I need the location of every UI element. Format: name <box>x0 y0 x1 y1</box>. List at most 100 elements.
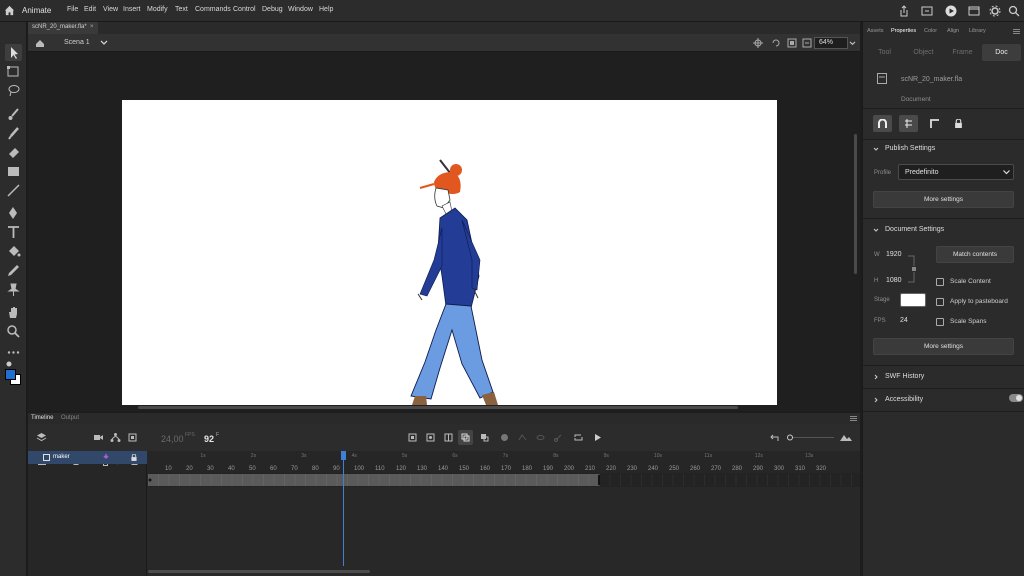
eyedropper-tool[interactable] <box>5 262 22 279</box>
menu-window[interactable]: Window <box>288 6 313 13</box>
segment-frame[interactable]: Frame <box>943 44 982 61</box>
character-illustration[interactable] <box>122 100 777 405</box>
segment-tool[interactable]: Tool <box>865 44 904 61</box>
center-stage-icon[interactable] <box>753 38 763 48</box>
menu-modify[interactable]: Modify <box>147 6 168 13</box>
mountain-zoom-icon[interactable] <box>840 433 852 442</box>
stage-color-swatch[interactable] <box>900 293 926 307</box>
undo-zoom-icon[interactable] <box>770 433 780 442</box>
segment-object[interactable]: Object <box>904 44 943 61</box>
apply-pasteboard-checkbox[interactable] <box>936 298 944 306</box>
tab-assets[interactable]: Assets <box>867 28 884 34</box>
tab-library[interactable]: Library <box>969 28 986 34</box>
clip-icon[interactable] <box>787 38 797 48</box>
height-field[interactable]: 1080 <box>886 277 902 284</box>
share-icon[interactable] <box>897 4 911 18</box>
layer-row[interactable]: maker <box>28 451 147 464</box>
menu-text[interactable]: Text <box>175 6 188 13</box>
insert-keyframe-icon[interactable] <box>426 433 435 442</box>
fps-field[interactable]: 24 <box>900 317 908 324</box>
tab-align[interactable]: Align <box>947 28 959 34</box>
pen-tool[interactable] <box>5 205 22 222</box>
rectangle-tool[interactable] <box>5 163 22 180</box>
scene-name[interactable]: Scena 1 <box>64 39 90 46</box>
layers-icon[interactable] <box>36 432 47 443</box>
width-field[interactable]: 1920 <box>886 251 902 258</box>
search-icon[interactable] <box>1007 4 1021 18</box>
accessibility-toggle[interactable] <box>1009 394 1023 402</box>
stage-vertical-scrollbar[interactable] <box>854 134 857 274</box>
lasso-tool[interactable] <box>5 82 22 99</box>
edit-multiple-frames-icon[interactable] <box>480 433 489 442</box>
tween-icon[interactable] <box>500 433 509 442</box>
fps-display[interactable]: 24,00 <box>161 434 184 444</box>
menu-file[interactable]: File <box>67 6 78 13</box>
stage-horizontal-scrollbar[interactable] <box>138 406 738 409</box>
layer-name[interactable]: maker <box>53 454 70 460</box>
chevron-right-icon[interactable] <box>873 397 879 403</box>
match-contents-button[interactable]: Match contents <box>936 246 1014 263</box>
lock-button[interactable] <box>949 115 968 132</box>
menu-edit[interactable]: Edit <box>84 6 96 13</box>
profile-dropdown[interactable]: Predefinito <box>898 164 1014 180</box>
tab-properties[interactable]: Properties <box>891 28 916 34</box>
text-tool[interactable] <box>5 224 22 241</box>
segment-doc[interactable]: Doc <box>982 44 1021 61</box>
chevron-down-icon[interactable] <box>100 40 108 46</box>
timeline-scrollbar[interactable] <box>148 570 370 573</box>
fill-color-swatch[interactable] <box>5 369 16 380</box>
tab-timeline[interactable]: Timeline <box>31 415 53 421</box>
rulers-button[interactable] <box>925 115 944 132</box>
scene-icon[interactable] <box>35 38 45 48</box>
playhead[interactable] <box>343 451 344 566</box>
swf-history-title[interactable]: SWF History <box>885 373 924 380</box>
shape-tween-icon[interactable] <box>518 433 527 442</box>
menu-control[interactable]: Control <box>233 6 256 13</box>
first-frame-icon[interactable] <box>408 433 417 442</box>
scale-content-checkbox[interactable] <box>936 278 944 286</box>
timeline-zoom-slider[interactable] <box>786 434 836 441</box>
app-name[interactable]: Animate <box>22 6 51 15</box>
free-transform-tool[interactable] <box>5 63 22 80</box>
hand-tool[interactable] <box>5 304 22 321</box>
pin-tool[interactable] <box>5 281 22 298</box>
panel-menu-icon[interactable] <box>850 416 857 421</box>
play-icon[interactable] <box>593 433 602 442</box>
home-icon[interactable] <box>4 5 15 16</box>
timeline-ruler[interactable]: 10 20 30 40 50 60 70 80 90 100 110 120 130 140 150 160 1… <box>148 451 860 473</box>
menu-view[interactable]: View <box>103 6 118 13</box>
workspace-icon[interactable] <box>967 4 981 18</box>
paint-bucket-tool[interactable] <box>5 243 22 260</box>
panel-menu-icon[interactable] <box>1013 29 1020 34</box>
gear-icon[interactable] <box>988 4 1002 18</box>
link-dimensions-icon[interactable] <box>906 254 918 284</box>
scale-spans-checkbox[interactable] <box>936 318 944 326</box>
accessibility-title[interactable]: Accessibility <box>885 396 923 403</box>
line-tool[interactable] <box>5 182 22 199</box>
layer-depth-icon[interactable] <box>127 432 138 443</box>
swap-colors-icon[interactable] <box>6 361 14 367</box>
stage[interactable] <box>122 100 777 405</box>
menu-insert[interactable]: Insert <box>123 6 141 13</box>
camera-icon[interactable] <box>93 432 104 443</box>
chevron-down-icon[interactable] <box>873 146 879 152</box>
current-frame-display[interactable]: 92 <box>204 434 214 444</box>
zoom-tool[interactable] <box>5 323 22 340</box>
chevron-down-icon[interactable] <box>849 41 856 46</box>
guides-button[interactable] <box>899 115 918 132</box>
layer-parenting-icon[interactable] <box>110 432 121 443</box>
document-settings-title[interactable]: Document Settings <box>885 226 944 233</box>
classic-tween-icon[interactable] <box>536 433 545 442</box>
frames-row[interactable] <box>148 473 860 487</box>
menu-commands[interactable]: Commands <box>195 6 231 13</box>
publish-more-settings-button[interactable]: More settings <box>873 191 1014 208</box>
zoom-field[interactable]: 64% <box>814 37 848 49</box>
insert-blank-keyframe-icon[interactable] <box>444 433 453 442</box>
loop-icon[interactable] <box>574 433 583 442</box>
menu-help[interactable]: Help <box>319 6 333 13</box>
document-more-settings-button[interactable]: More settings <box>873 338 1014 355</box>
eraser-tool[interactable] <box>5 144 22 161</box>
document-tab[interactable]: scNR_20_maker.fla* × <box>28 22 98 34</box>
test-movie-icon[interactable] <box>944 4 958 18</box>
tab-color[interactable]: Color <box>924 28 937 34</box>
